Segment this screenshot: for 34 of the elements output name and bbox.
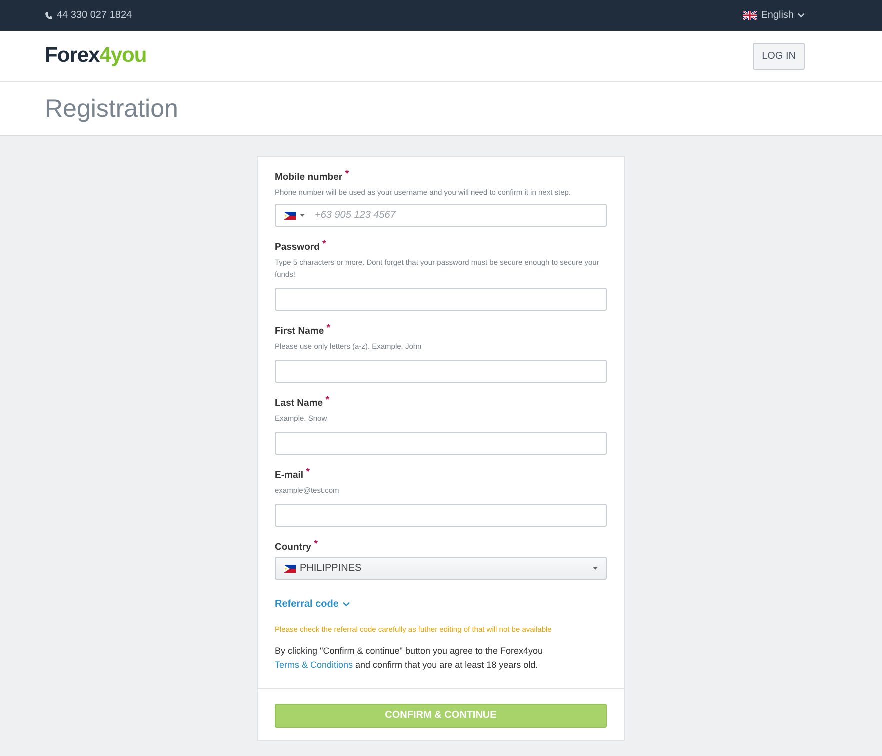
- country-code-dropdown[interactable]: [284, 212, 305, 220]
- page-title: Registration: [45, 94, 178, 124]
- field-label: First Name: [275, 326, 324, 337]
- chevron-down-icon: [798, 13, 805, 18]
- required-mark: *: [322, 239, 326, 250]
- phone-icon: [45, 12, 53, 20]
- phone-number: 44 330 027 1824: [57, 9, 132, 23]
- terms-link[interactable]: Terms & Conditions: [275, 660, 354, 670]
- input-field[interactable]: [275, 288, 607, 311]
- field-label: Last Name: [275, 398, 324, 409]
- required-mark: *: [314, 539, 318, 550]
- input-field[interactable]: [275, 504, 607, 527]
- field-label: E-mail: [275, 470, 304, 481]
- flag-icon: [284, 212, 296, 220]
- login-button[interactable]: LOG IN: [753, 42, 805, 70]
- field-label: Mobile number: [275, 172, 343, 183]
- input-field[interactable]: [275, 432, 607, 455]
- required-mark: *: [306, 467, 310, 478]
- referral-code-toggle[interactable]: Referral code: [275, 597, 350, 612]
- phone-input-group[interactable]: +63 905 123 4567: [275, 204, 607, 227]
- country-select[interactable]: PHILIPPINES: [275, 557, 607, 580]
- language-selector[interactable]: English: [743, 8, 805, 23]
- caret-icon: [300, 214, 305, 217]
- caret-icon: [593, 567, 598, 570]
- consent-text: By clicking "Confirm & continue" button you agree to the Forex4you Terms & Conditions and confirm that you are at least 18 years old.: [275, 645, 544, 672]
- field-label: Password: [275, 242, 320, 253]
- input-field[interactable]: [275, 360, 607, 383]
- required-mark: *: [345, 169, 350, 180]
- flag-icon: [743, 11, 758, 20]
- required-mark: *: [326, 395, 330, 406]
- logo[interactable]: Forex4you: [45, 40, 147, 72]
- flag-icon: [284, 564, 296, 572]
- required-mark: *: [326, 323, 331, 334]
- field-label: Country: [275, 542, 312, 553]
